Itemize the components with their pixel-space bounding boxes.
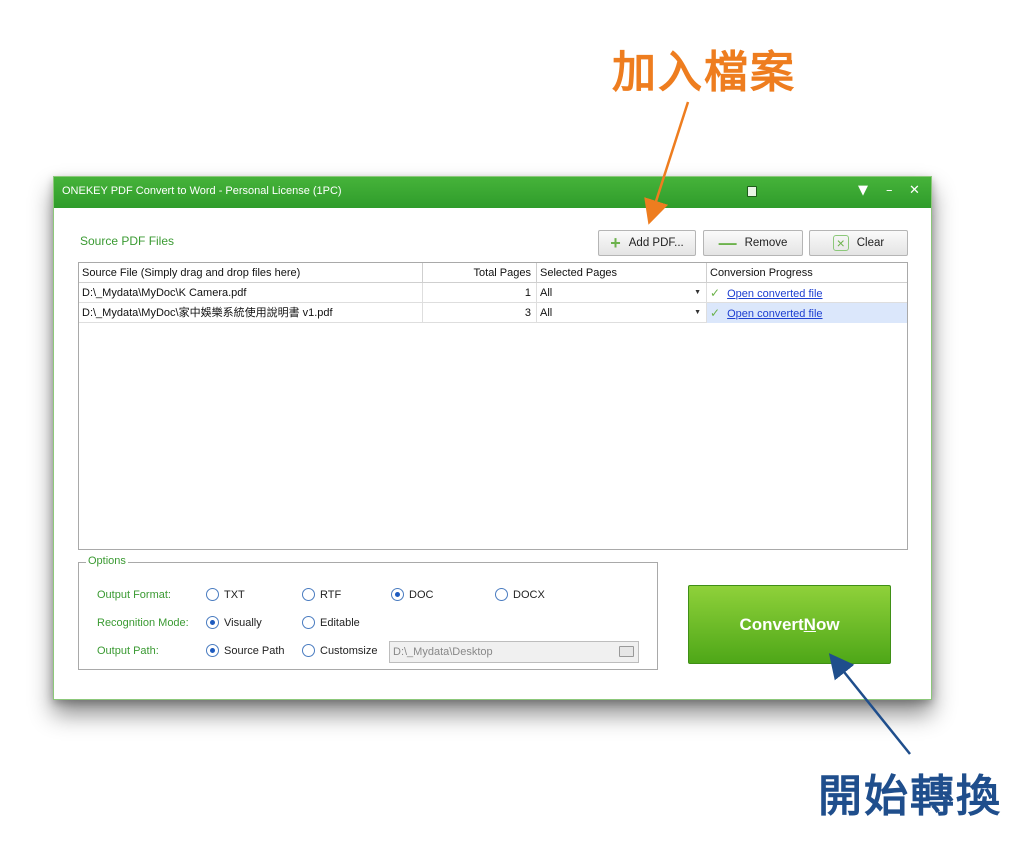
header-progress[interactable]: Conversion Progress [707,263,907,283]
section-title: Source PDF Files [80,234,175,248]
options-legend: Options [86,555,128,567]
cell-total: 3 [423,303,537,323]
chevron-down-icon[interactable]: ▼ [694,283,701,303]
open-file-link[interactable]: Open converted file [727,288,822,300]
radio-customsize[interactable]: Customsize [302,644,377,657]
options-group: Options Output Format: TXT RTF DOC DOCX … [78,555,658,670]
radio-editable[interactable]: Editable [302,616,360,629]
header-total[interactable]: Total Pages [423,263,537,283]
radio-circle [302,616,315,629]
remove-button[interactable]: — Remove [703,230,803,256]
cell-selected: All [540,287,553,299]
clear-button[interactable]: × Clear [809,230,908,256]
add-pdf-label: Add PDF... [628,237,684,249]
radio-circle [206,588,219,601]
radio-doc[interactable]: DOC [391,588,433,601]
cell-selected-dropdown[interactable]: All ▼ [537,283,707,303]
file-table[interactable]: Source File (Simply drag and drop files … [78,262,908,550]
checkmark-icon: ✓ [710,286,721,300]
minimize-icon[interactable]: – [886,182,893,200]
table-row[interactable]: D:\_Mydata\MyDoc\家中娛樂系統使用說明書 v1.pdf 3 Al… [79,303,907,323]
screenshot-stage: 加入檔案 開始轉換 ONEKEY PDF Convert to Word - P… [0,0,1024,847]
radio-rtf[interactable]: RTF [302,588,341,601]
doc-icon[interactable] [747,186,757,197]
cell-source: D:\_Mydata\MyDoc\K Camera.pdf [79,283,423,303]
close-icon[interactable]: ✕ [909,182,920,200]
plus-icon: + [610,233,621,253]
cell-selected-dropdown[interactable]: All ▼ [537,303,707,323]
radio-circle-selected [206,616,219,629]
remove-label: Remove [744,237,788,249]
header-source[interactable]: Source File (Simply drag and drop files … [79,263,423,283]
annotation-add-files: 加入檔案 [612,47,796,98]
window-title: ONEKEY PDF Convert to Word - Personal Li… [62,185,342,197]
chevron-down-icon[interactable]: ▼ [694,303,701,323]
table-header: Source File (Simply drag and drop files … [79,263,907,283]
cell-progress: ✓ Open converted file [707,303,907,323]
cell-source: D:\_Mydata\MyDoc\家中娛樂系統使用說明書 v1.pdf [79,303,423,323]
radio-circle [302,588,315,601]
convert-now-button[interactable]: Convert Now [688,585,891,664]
folder-icon[interactable] [619,646,634,657]
table-row[interactable]: D:\_Mydata\MyDoc\K Camera.pdf 1 All ▼ ✓ … [79,283,907,303]
clear-label: Clear [856,237,885,249]
cell-selected: All [540,307,553,319]
minus-icon: — [718,233,737,253]
recognition-mode-label: Recognition Mode: [97,617,189,629]
output-format-label: Output Format: [97,589,171,601]
menu-icon[interactable]: ▼ [858,182,868,200]
cell-progress: ✓ Open converted file [707,283,907,303]
radio-docx[interactable]: DOCX [495,588,545,601]
open-file-link[interactable]: Open converted file [727,308,822,320]
title-bar: ONEKEY PDF Convert to Word - Personal Li… [54,177,931,208]
radio-txt[interactable]: TXT [206,588,245,601]
radio-circle-selected [391,588,404,601]
radio-visually[interactable]: Visually [206,616,262,629]
radio-circle [495,588,508,601]
radio-circle [302,644,315,657]
output-path-input[interactable]: D:\_Mydata\Desktop [389,641,639,663]
output-path-label: Output Path: [97,645,159,657]
radio-source-path[interactable]: Source Path [206,644,285,657]
header-selected[interactable]: Selected Pages [537,263,707,283]
clear-icon: × [832,235,849,251]
cell-total: 1 [423,283,537,303]
radio-circle-selected [206,644,219,657]
add-pdf-button[interactable]: + Add PDF... [598,230,696,256]
app-window: ONEKEY PDF Convert to Word - Personal Li… [53,176,932,700]
annotation-start-convert: 開始轉換 [818,771,1002,822]
checkmark-icon: ✓ [710,306,721,320]
